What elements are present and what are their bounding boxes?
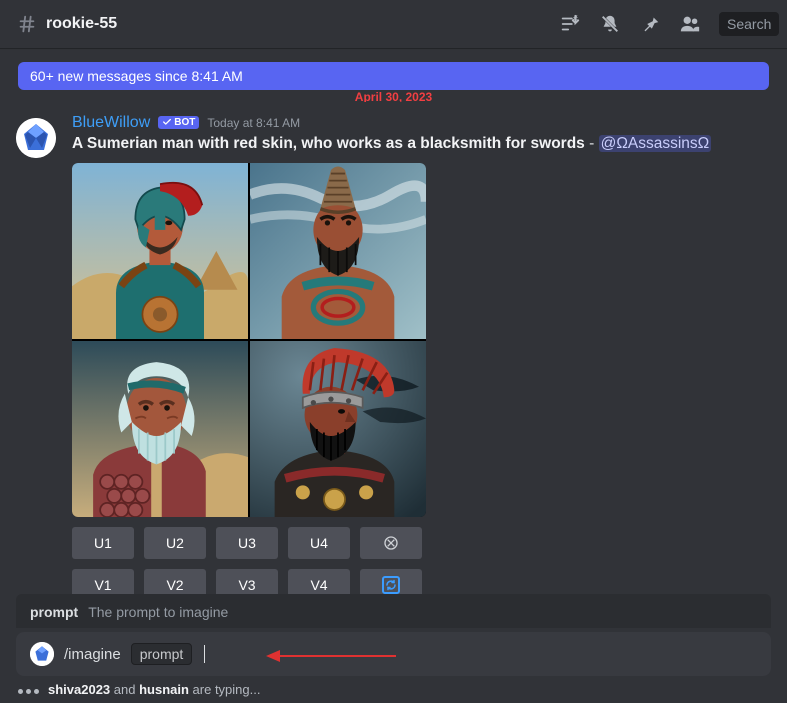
header-actions: # Search (559, 12, 779, 36)
u3-button[interactable]: U3 (216, 527, 278, 559)
pinned-icon[interactable] (639, 13, 661, 35)
typing-user-1: shiva2023 (48, 682, 110, 697)
u2-button[interactable]: U2 (144, 527, 206, 559)
message-text: A Sumerian man with red skin, who works … (72, 134, 771, 155)
threads-icon[interactable]: # (559, 13, 581, 35)
message-timestamp: Today at 8:41 AM (207, 116, 300, 130)
image-tile-4 (250, 341, 426, 517)
members-icon[interactable] (679, 13, 701, 35)
command-popover: prompt The prompt to imagine (16, 594, 771, 628)
bot-tag-label: BOT (174, 117, 195, 128)
annotation-arrow (266, 646, 396, 666)
message-author[interactable]: BlueWillow (72, 114, 150, 132)
message: BlueWillow BOT Today at 8:41 AM A Sumeri… (0, 112, 787, 601)
bot-tag: BOT (158, 116, 199, 129)
date-divider: April 30, 2023 (0, 90, 787, 102)
message-input[interactable]: /imagine prompt (16, 632, 771, 676)
typing-indicator: shiva2023 and husnain are typing... (18, 682, 769, 697)
upscale-buttons: U1 U2 U3 U4 (72, 527, 771, 559)
text-caret (204, 645, 205, 663)
popover-param-name: prompt (30, 604, 78, 620)
channel-header: rookie-55 # Search (0, 0, 787, 48)
popover-param-desc: The prompt to imagine (88, 604, 228, 620)
typing-mid: and (110, 682, 139, 697)
u1-button[interactable]: U1 (72, 527, 134, 559)
prompt-text: A Sumerian man with red skin, who works … (72, 135, 585, 152)
slash-command: /imagine (64, 646, 121, 663)
channel-name: rookie-55 (46, 15, 559, 33)
param-chip: prompt (131, 643, 193, 665)
u4-button[interactable]: U4 (288, 527, 350, 559)
typing-user-2: husnain (139, 682, 189, 697)
mention[interactable]: @ΩAssassinsΩ (599, 135, 712, 152)
command-app-avatar (30, 642, 54, 666)
reroll-button[interactable] (360, 527, 422, 559)
typing-dots-icon (18, 682, 42, 697)
image-tile-1 (72, 163, 248, 339)
avatar[interactable] (16, 118, 56, 158)
typing-suffix: are typing... (189, 682, 261, 697)
composer-area: prompt The prompt to imagine /imagine pr… (0, 594, 787, 703)
hash-icon (16, 13, 38, 35)
image-tile-2 (250, 163, 426, 339)
generated-image-grid[interactable] (72, 163, 426, 517)
search-input[interactable]: Search (719, 12, 779, 36)
image-tile-3 (72, 341, 248, 517)
separator: - (585, 135, 599, 152)
notifications-muted-icon[interactable] (599, 13, 621, 35)
new-messages-bar[interactable]: 60+ new messages since 8:41 AM (18, 62, 769, 90)
